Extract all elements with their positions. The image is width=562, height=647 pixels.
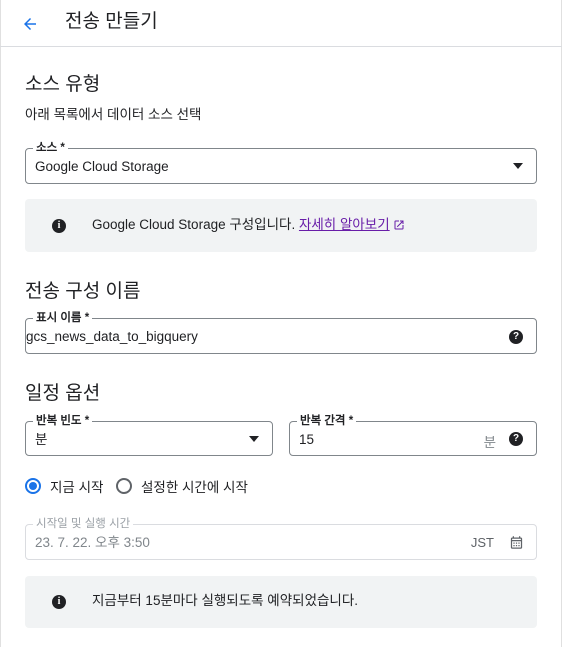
dropdown-arrow-icon — [513, 163, 523, 169]
repeat-frequency-select[interactable]: 반복 빈도 * 분 — [25, 414, 273, 456]
schedule-info-text: 지금부터 15분마다 실행되도록 예약되었습니다. — [92, 593, 358, 608]
display-name-field[interactable]: 표시 이름 * gcs_news_data_to_bigquery ? — [25, 311, 537, 354]
arrow-back-icon — [24, 18, 36, 30]
calendar-icon — [510, 536, 523, 549]
source-info-message: Google Cloud Storage 구성입니다. — [92, 217, 299, 232]
open-in-new-icon — [394, 220, 404, 230]
timezone-label: JST — [470, 535, 494, 550]
help-icon[interactable]: ? — [509, 432, 523, 446]
source-info-box: i Google Cloud Storage 구성입니다. 자세히 알아보기 — [25, 199, 537, 252]
source-type-description: 아래 목록에서 데이터 소스 선택 — [25, 107, 202, 122]
radio-start-at-time[interactable]: 설정한 시간에 시작 — [116, 476, 248, 496]
repeat-frequency-label: 반복 빈도 * — [33, 414, 93, 428]
display-name-value: gcs_news_data_to_bigquery — [26, 329, 198, 344]
config-name-title: 전송 구성 이름 — [25, 281, 141, 302]
repeat-frequency-value: 분 — [35, 432, 48, 447]
source-info-text: Google Cloud Storage 구성입니다. 자세히 알아보기 — [92, 216, 405, 234]
radio-unchecked-icon[interactable] — [116, 478, 132, 494]
radio-checked-icon[interactable] — [25, 478, 41, 494]
learn-more-link[interactable]: 자세히 알아보기 — [299, 217, 390, 232]
start-datetime-field: 시작일 및 실행 시간 23. 7. 22. 오후 3:50 JST — [25, 517, 537, 560]
help-icon[interactable]: ? — [509, 330, 523, 344]
page-header: 전송 만들기 — [0, 0, 562, 47]
source-type-title: 소스 유형 — [25, 74, 101, 95]
start-datetime-value: 23. 7. 22. 오후 3:50 — [35, 535, 150, 550]
start-datetime-label: 시작일 및 실행 시간 — [33, 517, 134, 531]
frame-left-border — [0, 0, 1, 647]
info-icon: i — [52, 595, 66, 609]
repeat-interval-suffix: 분 — [483, 435, 496, 450]
source-select-label: 소스 * — [33, 141, 68, 155]
dropdown-arrow-icon — [249, 436, 259, 442]
radio-start-now-label: 지금 시작 — [50, 480, 104, 495]
repeat-interval-value: 15 — [299, 432, 315, 447]
back-button[interactable] — [16, 10, 44, 38]
display-name-label: 표시 이름 * — [33, 311, 93, 325]
radio-start-at-time-label: 설정한 시간에 시작 — [141, 480, 248, 495]
source-select-value: Google Cloud Storage — [35, 159, 169, 174]
schedule-info-box: i 지금부터 15분마다 실행되도록 예약되었습니다. — [25, 576, 537, 628]
radio-start-now[interactable]: 지금 시작 — [25, 476, 103, 496]
page-title: 전송 만들기 — [65, 11, 158, 32]
source-select[interactable]: 소스 * Google Cloud Storage — [25, 141, 537, 184]
schedule-options-title: 일정 옵션 — [25, 383, 101, 404]
repeat-interval-field[interactable]: 반복 간격 * 15 분 ? — [289, 414, 537, 456]
info-icon: i — [52, 219, 66, 233]
repeat-interval-label: 반복 간격 * — [297, 414, 357, 428]
